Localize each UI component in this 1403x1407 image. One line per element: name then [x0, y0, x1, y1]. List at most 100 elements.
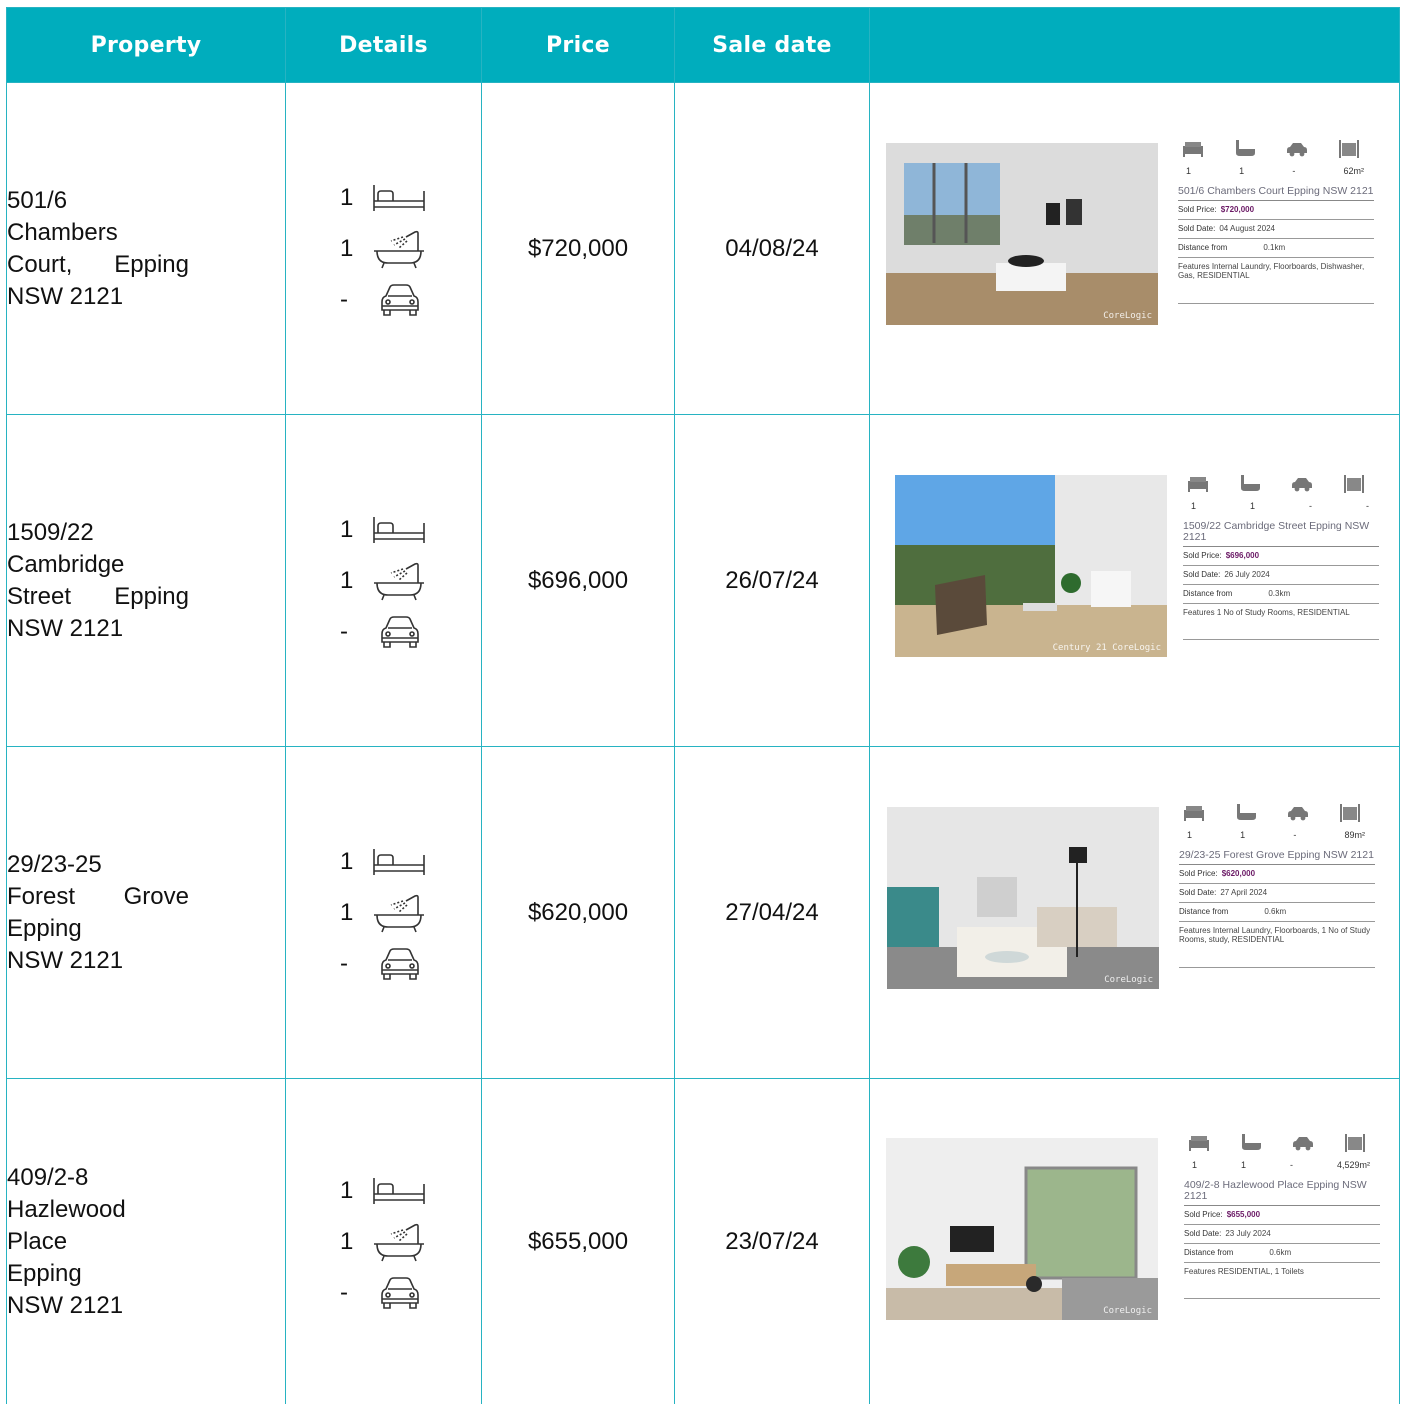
bed-icon: [372, 515, 426, 545]
listing-info: 1 1 - - 1509/22 Cambridge Street Epping …: [1183, 474, 1379, 640]
card-cars: -: [1289, 1159, 1293, 1170]
property-address: 501/6 Chambers Court, Epping NSW 2121: [6, 82, 286, 415]
car-icon: [1287, 804, 1309, 824]
listing-card-cell: CoreLogic 1 1 - 4,529m² 409/2-8 Hazlewoo…: [869, 1078, 1400, 1404]
property-photo: Century 21 CoreLogic: [895, 474, 1167, 657]
sale-date: 26/07/24: [674, 414, 870, 747]
car-space-count: -: [340, 1278, 348, 1306]
address-word: Forest: [7, 882, 76, 910]
address-word: Street: [7, 582, 72, 610]
property-details: 1 1 -: [285, 1078, 482, 1404]
distance-value: 0.6km: [1269, 1247, 1292, 1257]
sold-date-label: Sold Date:: [1183, 569, 1221, 579]
card-features: Features Internal Laundry, Floorboards, …: [1178, 258, 1374, 304]
listing-card-cell: Century 21 CoreLogic 1 1 - - 1509/22 Cam…: [869, 414, 1400, 747]
card-land-size: -: [1365, 500, 1369, 511]
card-cars: -: [1309, 500, 1312, 511]
features-label: Features: [1184, 1266, 1216, 1276]
card-land-size: 4,529m²: [1336, 1159, 1370, 1170]
header-row: Property Details Price Sale date: [6, 7, 1400, 83]
sold-price-value: $696,000: [1225, 550, 1260, 560]
table-row-3: 29/23-25 Forest Grove Epping NSW 2121 1 1: [6, 746, 1400, 1079]
car-space-count: -: [340, 949, 348, 977]
address-line: NSW 2121: [7, 282, 124, 310]
bedroom-count: 1: [340, 183, 354, 211]
land-size-icon: [1338, 139, 1360, 160]
listing-info: 1 1 - 4,529m² 409/2-8 Hazlewood Place Ep…: [1184, 1133, 1380, 1299]
land-size-icon: [1339, 803, 1361, 824]
card-baths: 1: [1240, 1159, 1246, 1170]
sold-date-label: Sold Date:: [1184, 1228, 1222, 1238]
card-sold-date-row: Sold Date: 23 July 2024: [1184, 1225, 1380, 1244]
card-sold-price-row: Sold Price: $720,000: [1178, 201, 1374, 220]
bath-icon: [372, 893, 426, 933]
property-photo: CoreLogic: [886, 1137, 1158, 1320]
address-line: NSW 2121: [7, 614, 124, 642]
sold-price-label: Sold Price:: [1183, 550, 1222, 560]
car-spaces-row: -: [286, 1267, 481, 1318]
sold-price-value: $655,000: [1226, 1209, 1261, 1219]
bed-icon: [1182, 140, 1204, 160]
bedrooms-row: 1: [286, 172, 481, 223]
car-spaces-row: -: [286, 938, 481, 989]
address-line: Court, Epping: [7, 249, 189, 281]
listing-counts: 1 1 - 4,529m²: [1184, 1160, 1380, 1170]
bath-icon: [1239, 474, 1261, 495]
property-details: 1 1 -: [285, 414, 482, 747]
card-beds: 1: [1191, 500, 1197, 511]
sold-date-label: Sold Date:: [1178, 223, 1216, 233]
car-spaces-row: -: [286, 274, 481, 325]
listing-icons: [1184, 1133, 1380, 1154]
sold-price-label: Sold Price:: [1178, 204, 1217, 214]
distance-value: 0.3km: [1268, 588, 1291, 598]
bedroom-count: 1: [340, 1176, 354, 1204]
features-label: Features: [1179, 925, 1211, 935]
listing-counts: 1 1 - 89m²: [1179, 830, 1375, 840]
car-space-count: -: [340, 285, 348, 313]
address-line: NSW 2121: [7, 1291, 124, 1319]
sale-date: 27/04/24: [674, 746, 870, 1079]
bathrooms-row: 1: [286, 1216, 481, 1267]
card-distance-row: Distance from 0.6km: [1184, 1244, 1380, 1263]
bed-icon: [1188, 1134, 1210, 1154]
bathrooms-row: 1: [286, 223, 481, 274]
address-line: 409/2-8: [7, 1163, 89, 1191]
table-row-1: 501/6 Chambers Court, Epping NSW 2121 1 1: [6, 82, 1400, 415]
property-details: 1 1 -: [285, 746, 482, 1079]
bathrooms-row: 1: [286, 887, 481, 938]
card-distance-row: Distance from 0.1km: [1178, 239, 1374, 258]
distance-value: 0.6km: [1264, 906, 1287, 916]
address-line: 29/23-25: [7, 850, 102, 878]
distance-label: Distance from: [1184, 1247, 1234, 1257]
listing-info: 1 1 - 89m² 29/23-25 Forest Grove Epping …: [1179, 803, 1375, 968]
address-line: Place: [7, 1227, 68, 1255]
address-line: NSW 2121: [7, 946, 124, 974]
card-address: 501/6 Chambers Court Epping NSW 2121: [1178, 185, 1374, 201]
address-word: Epping: [114, 582, 189, 610]
features-label: Features: [1183, 607, 1215, 617]
bath-icon: [372, 1222, 426, 1262]
bedrooms-row: 1: [286, 836, 481, 887]
card-baths: 1: [1239, 165, 1245, 176]
listing-icons: [1178, 139, 1374, 160]
listing-counts: 1 1 - -: [1183, 501, 1379, 511]
bedrooms-row: 1: [286, 1165, 481, 1216]
car-icon: [372, 614, 426, 650]
table-row-4: 409/2-8 Hazlewood Place Epping NSW 2121 1 1: [6, 1078, 1400, 1404]
sale-price: $696,000: [481, 414, 675, 747]
address-line: Cambridge: [7, 550, 125, 578]
car-icon: [372, 282, 426, 318]
card-beds: 1: [1187, 829, 1193, 840]
property-photo: CoreLogic: [887, 806, 1159, 989]
card-features: Features 1 No of Study Rooms, RESIDENTIA…: [1183, 604, 1379, 640]
photo-watermark: CoreLogic: [1104, 974, 1153, 985]
address-word: Court,: [7, 250, 73, 278]
address-line: Epping: [7, 914, 82, 942]
property-details: 1 1 -: [285, 82, 482, 415]
car-space-count: -: [340, 617, 348, 645]
card-beds: 1: [1192, 1159, 1198, 1170]
bathroom-count: 1: [340, 566, 354, 594]
address-line: 501/6: [7, 186, 68, 214]
listing-info: 1 1 - 62m² 501/6 Chambers Court Epping N…: [1178, 139, 1374, 304]
card-cars: -: [1292, 165, 1296, 176]
